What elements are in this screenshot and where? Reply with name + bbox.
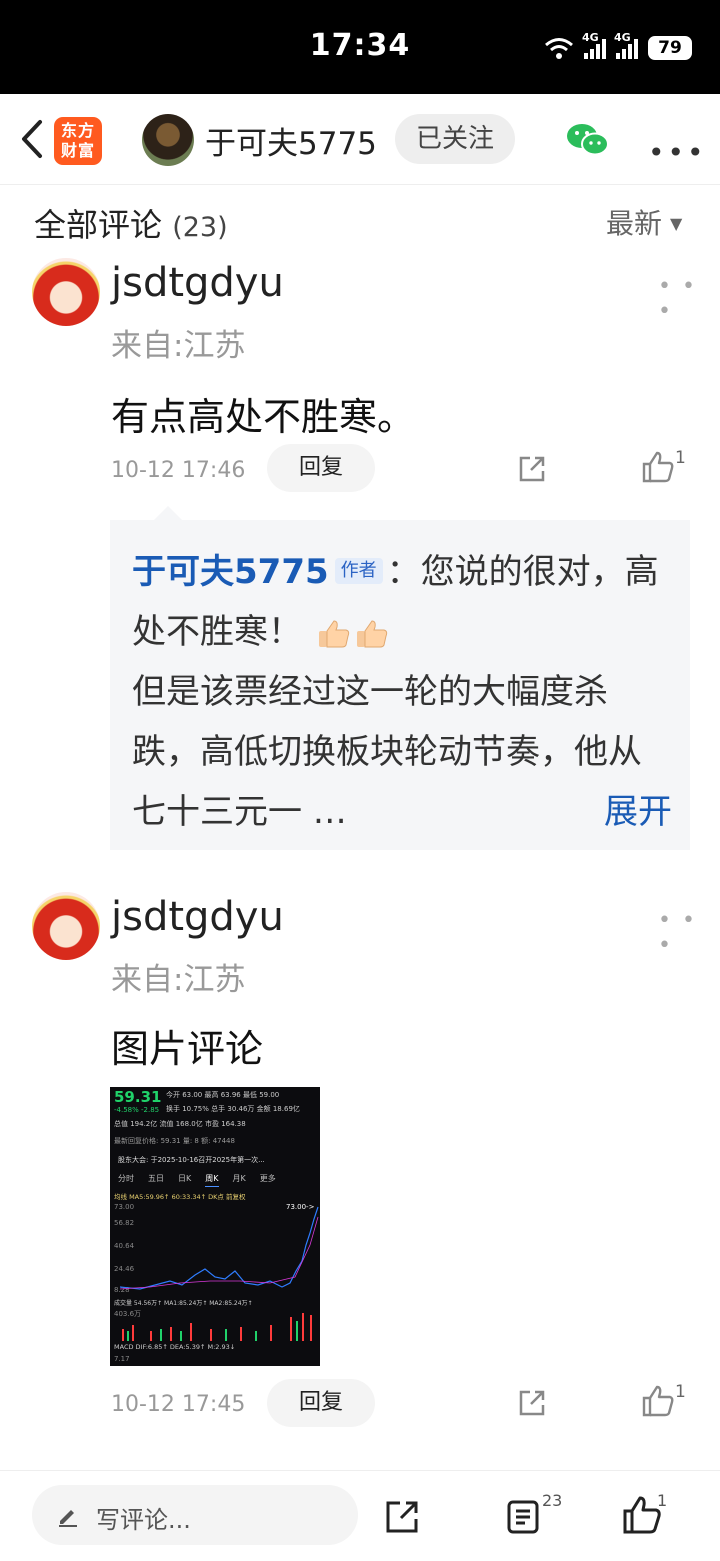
- pen-icon: [59, 1510, 77, 1527]
- chart-tab: 五日: [148, 1174, 164, 1183]
- sort-label: 最新: [606, 207, 663, 240]
- thumbs-up-emoji-icon: [318, 619, 349, 647]
- comment-more-icon[interactable]: • • •: [658, 274, 720, 324]
- reply-author-name[interactable]: 于可夫5775: [132, 552, 329, 592]
- user-avatar[interactable]: [32, 258, 100, 326]
- share-icon[interactable]: [517, 1388, 547, 1418]
- dropdown-triangle-icon: ▼: [670, 214, 683, 233]
- comment-username[interactable]: jsdtgdyu: [111, 894, 284, 940]
- comment-time: 10-12 17:46: [111, 458, 246, 483]
- comment-text: 图片评论: [111, 1027, 264, 1071]
- comment-location: 来自:江苏: [111, 962, 246, 998]
- like-count: 1: [675, 448, 686, 468]
- macd-label: MACD DIF:6.85↑ DEA:5.39↑ M:2.93↓: [114, 1343, 236, 1351]
- author-name[interactable]: 于可夫5775: [205, 118, 377, 163]
- chart-tab: 日K: [178, 1174, 192, 1183]
- comment-location: 来自:江苏: [111, 328, 246, 364]
- reply-button[interactable]: 回复: [267, 1379, 375, 1427]
- sort-dropdown[interactable]: 最新 ▼: [606, 202, 682, 242]
- comments-header: 全部评论 (23): [34, 200, 228, 246]
- share-icon[interactable]: [384, 1499, 420, 1535]
- stock-change: -4.58% -2.85: [114, 1106, 160, 1114]
- reply-button[interactable]: 回复: [267, 444, 375, 492]
- write-comment-placeholder: 写评论...: [96, 1506, 191, 1534]
- author-reply-box[interactable]: 于可夫5775 作者 ：您说的很对，高处不胜寒！ 但是该票经过这一轮的大幅度杀跌，高…: [110, 506, 690, 850]
- comment-image-stock-chart[interactable]: 59.31 -4.58% -2.85 今开 63.00 最高 63.96 最低 …: [110, 1087, 320, 1366]
- chart-tab: 分时: [118, 1174, 134, 1183]
- status-bar: 17:34 4G 4G 79: [0, 0, 720, 94]
- chart-period-tabs: 分时 五日 日K 周K 月K 更多: [110, 1173, 320, 1187]
- stock-market-value: 总值 194.2亿 流值 168.0亿 市盈 164.38: [114, 1120, 246, 1128]
- section-title: 全部评论: [34, 206, 163, 244]
- stock-notice: 股东大会: 于2025-10-16召开2025年第一次...: [118, 1156, 265, 1164]
- comment-text: 有点高处不胜寒。: [111, 395, 416, 439]
- wifi-icon: [545, 38, 573, 59]
- like-count: 1: [675, 1382, 686, 1402]
- author-reply-text: 于可夫5775 作者 ：您说的很对，高处不胜寒！ 但是该票经过这一轮的大幅度杀跌，高…: [132, 542, 672, 842]
- author-badge: 作者: [334, 557, 383, 584]
- share-icon[interactable]: [517, 454, 547, 484]
- comment-more-icon[interactable]: • • •: [658, 908, 720, 958]
- stock-price: 59.31: [114, 1088, 162, 1106]
- volume-label: 成交量 54.56万↑ MA1:85.24万↑ MA2:85.24万↑: [114, 1300, 253, 1307]
- chart-tab: 更多: [259, 1174, 276, 1183]
- macd-scale: 7.17: [114, 1355, 130, 1363]
- volume-bars: [122, 1313, 312, 1341]
- battery-icon: 79: [648, 36, 692, 60]
- top-bar: 东方 财富 于可夫5775 已关注 •••: [0, 94, 720, 185]
- chart-tab: 月K: [232, 1174, 246, 1183]
- status-icons: 4G 4G 79: [544, 31, 692, 60]
- stock-open-high-low: 今开 63.00 最高 63.96 最低 59.00: [166, 1091, 280, 1099]
- more-options-icon[interactable]: •••: [648, 136, 707, 169]
- app-logo[interactable]: 东方 财富: [54, 117, 102, 165]
- stock-turnover: 换手 10.75% 总手 30.46万 金额 18.69亿: [166, 1105, 300, 1113]
- like-icon[interactable]: [641, 450, 675, 484]
- like-icon[interactable]: [622, 1495, 662, 1535]
- signal-icon: 4G: [582, 31, 606, 59]
- expand-link[interactable]: 展开: [604, 782, 672, 842]
- back-icon[interactable]: [14, 116, 54, 162]
- write-comment-input[interactable]: 写评论...: [32, 1485, 358, 1545]
- comment-username[interactable]: jsdtgdyu: [111, 260, 284, 306]
- like-count-badge: 1: [657, 1491, 668, 1510]
- price-line-chart: [119, 1206, 319, 1290]
- comment-time: 10-12 17:45: [111, 1392, 246, 1417]
- stock-latest-reply: 最新回复价格: 59.31 量: 8 额: 47448: [114, 1137, 235, 1145]
- comments-count-badge: 23: [542, 1491, 563, 1510]
- comment-count: (23): [172, 212, 228, 243]
- follow-button[interactable]: 已关注: [395, 114, 515, 164]
- chart-tab: 周K: [205, 1173, 219, 1187]
- thumbs-up-emoji-icon: [356, 619, 387, 647]
- wechat-icon[interactable]: [566, 122, 610, 158]
- author-avatar[interactable]: [142, 114, 194, 166]
- reply-text-line2: 但是该票经过这一轮的大幅度杀跌，高低切换板块轮动节奏，他从七十三元一 …: [132, 672, 642, 832]
- signal-icon: 4G: [614, 31, 638, 59]
- bottom-bar: 写评论... 23 1: [0, 1470, 720, 1561]
- ma-line-label: 均线 MA5:59.96↑ 60:33.34↑ DK点 前复权: [114, 1193, 246, 1201]
- like-icon[interactable]: [641, 1384, 675, 1418]
- comments-list-icon[interactable]: [505, 1499, 541, 1535]
- user-avatar[interactable]: [32, 892, 100, 960]
